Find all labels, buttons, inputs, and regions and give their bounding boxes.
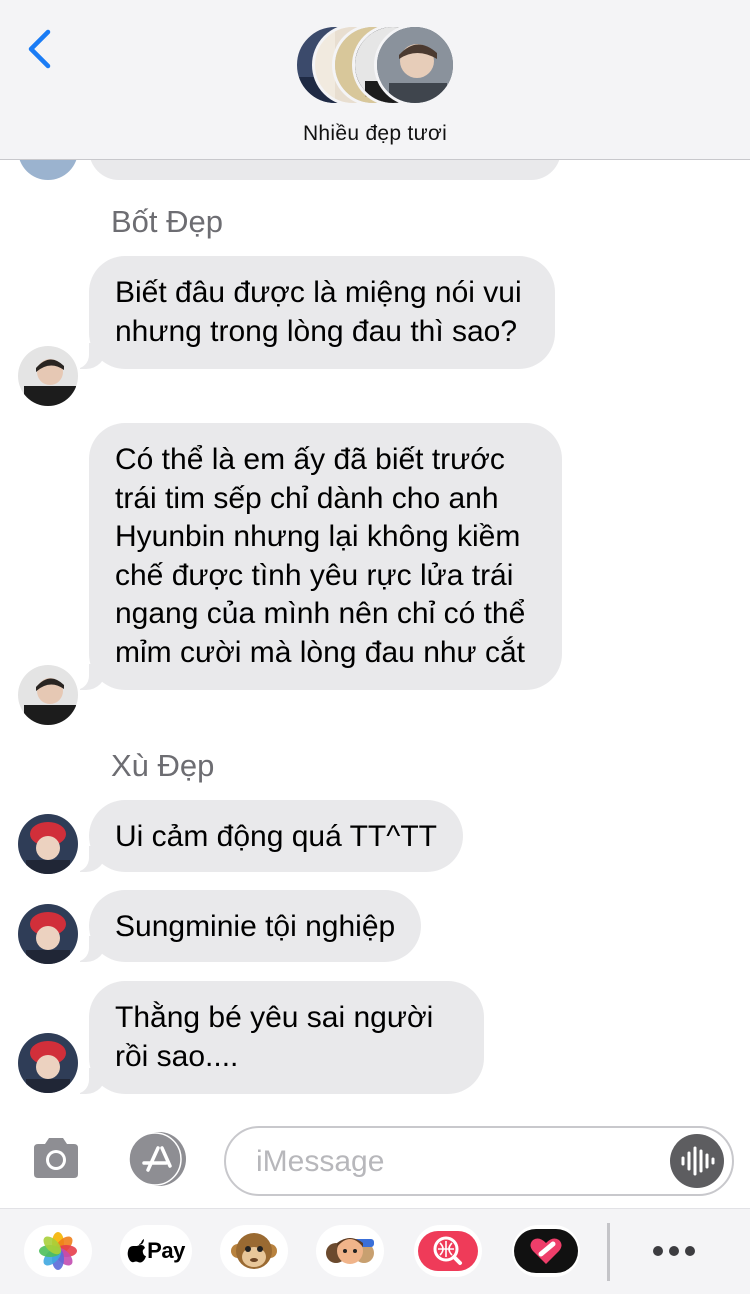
photos-app-button[interactable] [24, 1225, 92, 1277]
camera-icon [34, 1138, 78, 1178]
message-bubble[interactable]: Biết đâu được là miệng nói vui nhưng tro… [67, 256, 555, 369]
more-icon [653, 1246, 695, 1256]
app-store-button[interactable] [126, 1130, 190, 1188]
message-bubble[interactable]: Thằng bé yêu sai người rồi sao.... [67, 981, 484, 1094]
apple-pay-label: Pay [147, 1238, 185, 1263]
heart-sticker-app-button[interactable] [512, 1225, 580, 1277]
camera-button[interactable] [30, 1134, 82, 1184]
message-text: Biết đâu được là miệng nói vui nhưng tro… [115, 276, 522, 348]
chevron-left-icon [28, 29, 51, 69]
sender-avatar[interactable] [18, 346, 78, 406]
sender-avatar[interactable] [18, 665, 78, 725]
app-drawer: Pay [0, 1208, 750, 1294]
monkey-animoji-icon [231, 1233, 277, 1269]
message-bubble[interactable]: Ui cảm động quá TT^TT [67, 800, 463, 872]
apple-logo-icon [127, 1239, 147, 1263]
message-text: Có thể là em ấy đã biết trước trái tim s… [115, 443, 526, 669]
group-avatar-stack[interactable] [294, 24, 464, 108]
message-list[interactable]: Bốt Đẹp Biết đâu được là miệng nói vui n… [0, 160, 750, 1112]
message-bubble[interactable]: Sungminie tội nghiệp [66, 890, 422, 962]
message-input-placeholder: iMessage [256, 1145, 385, 1178]
apple-pay-button[interactable]: Pay [120, 1225, 192, 1277]
message-text: Thằng bé yêu sai người rồi sao.... [115, 1001, 434, 1073]
app-store-icon [128, 1132, 186, 1186]
image-search-icon [418, 1231, 478, 1271]
more-apps-button[interactable] [638, 1225, 710, 1277]
memoji-icon [326, 1238, 374, 1264]
back-button[interactable] [22, 26, 62, 72]
group-name[interactable]: Nhiều đẹp tươi [0, 122, 750, 146]
sender-name: Bốt Đẹp [111, 204, 224, 239]
conversation-header: Nhiều đẹp tươi [0, 0, 750, 160]
drawer-divider [607, 1223, 610, 1281]
message-bubble[interactable] [89, 160, 561, 180]
photos-icon [39, 1232, 77, 1270]
message-text: Ui cảm động quá TT^TT [115, 820, 437, 853]
image-search-app-button[interactable] [414, 1225, 482, 1277]
audio-message-button[interactable] [670, 1134, 724, 1188]
sender-avatar[interactable] [18, 904, 78, 964]
waveform-icon [681, 1146, 715, 1176]
heart-sticker-icon [514, 1229, 578, 1273]
member-avatar [374, 24, 456, 106]
sender-name: Xù Đẹp [111, 748, 215, 783]
compose-bar: iMessage [0, 1112, 750, 1208]
sender-avatar[interactable] [18, 160, 78, 180]
sender-avatar[interactable] [18, 814, 78, 874]
memoji-app-button[interactable] [316, 1225, 384, 1277]
message-input[interactable]: iMessage [224, 1126, 734, 1196]
message-bubble[interactable]: Có thể là em ấy đã biết trước trái tim s… [67, 423, 562, 690]
sender-avatar[interactable] [18, 1033, 78, 1093]
animoji-app-button[interactable] [220, 1225, 288, 1277]
message-text: Sungminie tội nghiệp [115, 910, 396, 943]
